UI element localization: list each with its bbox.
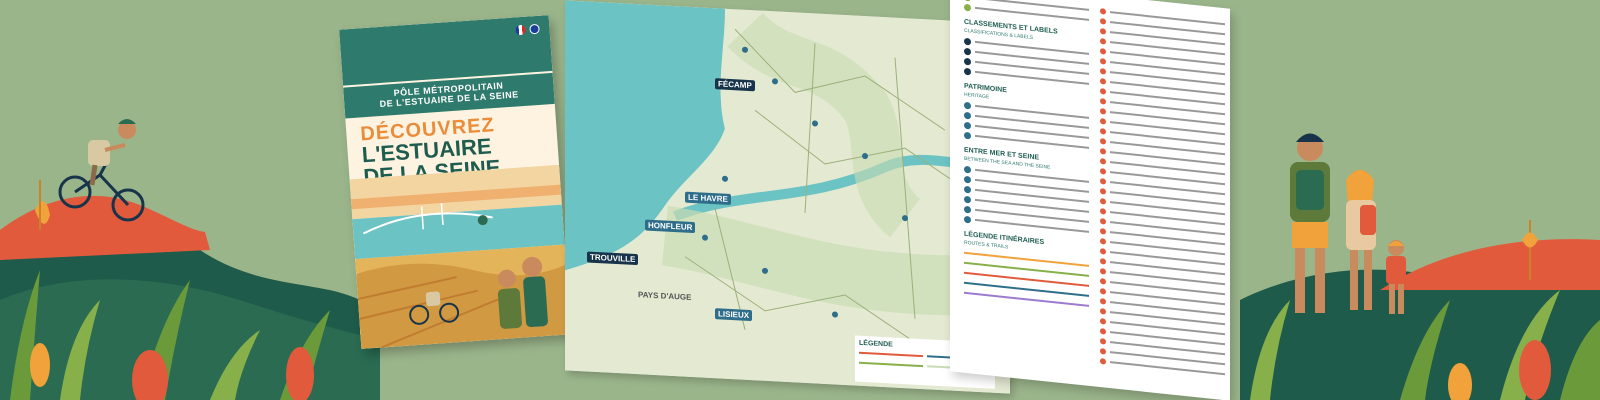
promo-banner: PÔLE MÉTROPOLITAIN DE L'ESTUAIRE DE LA S…: [0, 0, 1600, 400]
french-flag-icon: [515, 24, 526, 36]
brochure-cover: PÔLE MÉTROPOLITAIN DE L'ESTUAIRE DE LA S…: [339, 15, 571, 349]
left-red-hill: [0, 195, 210, 260]
map-label-fecamp: FÉCAMP: [715, 78, 755, 92]
map-label-le-havre: LE HAVRE: [685, 191, 731, 206]
legend-column-left: CLASSEMENTS ET LABELS CLASSIFICATIONS & …: [964, 0, 1089, 312]
map-label-lisieux: LISIEUX: [715, 308, 753, 322]
uk-flag-icon: [529, 23, 540, 35]
right-red-hill: [1380, 239, 1600, 290]
cover-illustration: [349, 164, 571, 349]
language-flags: [515, 23, 540, 36]
legend-column-right: [1100, 5, 1225, 380]
map-drawing: [565, 0, 1010, 394]
legend-panel: CLASSEMENTS ET LABELS CLASSIFICATIONS & …: [950, 0, 1230, 400]
map-spread: FÉCAMP LE HAVRE TROUVILLE HONFLEUR LISIE…: [565, 0, 1010, 394]
